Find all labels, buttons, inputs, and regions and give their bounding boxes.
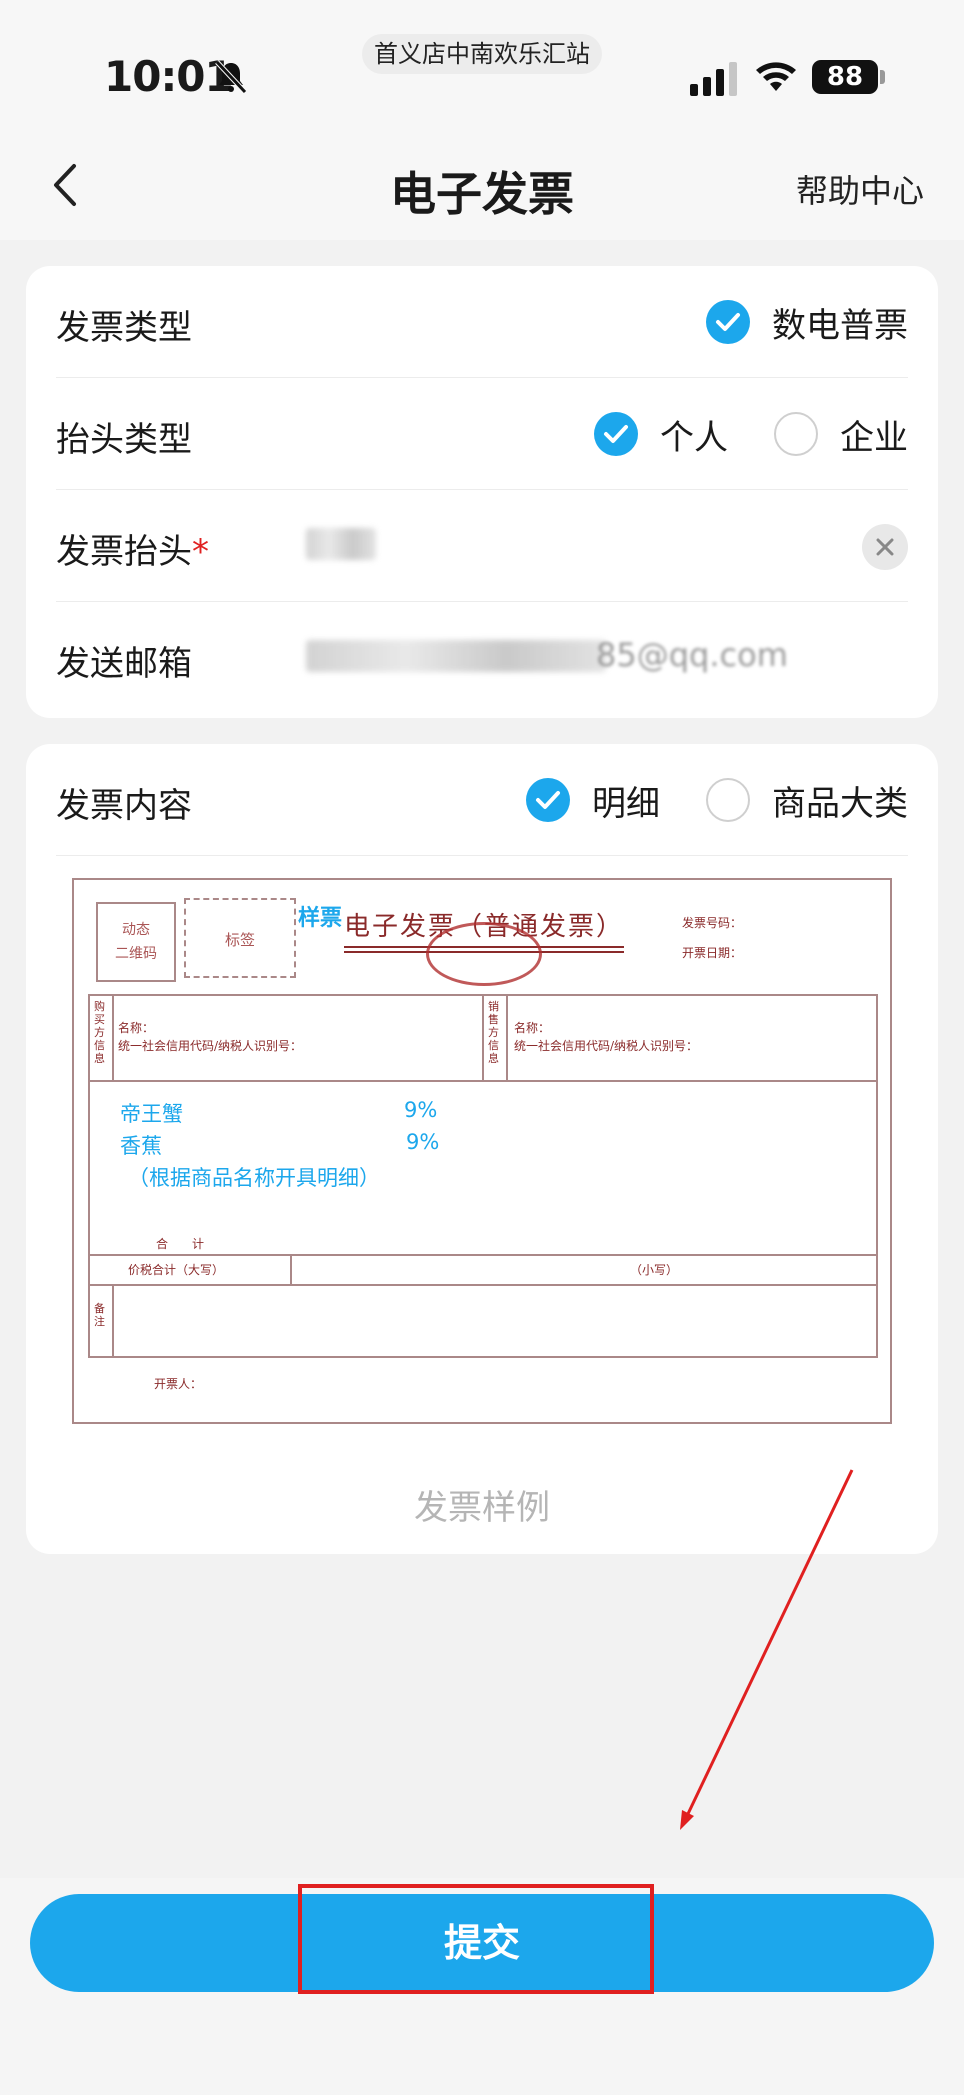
buyer-side-label: 购买方信息 (94, 1000, 105, 1065)
official-stamp (426, 922, 542, 986)
cellular-signal-icon (690, 62, 737, 96)
content-label: 发票内容 (56, 786, 192, 826)
sample-issue-date: 开票日期： (682, 946, 743, 960)
sample-invoice-number: 发票号码： (682, 916, 743, 930)
invoice-type-value: 数电普票 (772, 305, 908, 346)
header: 10:01 首义店中南欢乐汇站 88 电子发票 帮助中心 (0, 0, 964, 240)
content-category-label: 商品大类 (772, 783, 908, 824)
checked-radio-icon (706, 300, 750, 344)
unchecked-radio-icon (774, 412, 818, 456)
battery-tip (880, 70, 885, 84)
email-value-tail: 85@qq.com (596, 636, 788, 674)
buyer-taxid-label: 统一社会信用代码/纳税人识别号： (118, 1039, 303, 1053)
invoice-type-row: 发票类型 数电普票 (56, 266, 908, 378)
title-type-company[interactable]: 企业 (774, 410, 908, 459)
required-mark: * (192, 532, 209, 572)
table-divider (482, 994, 484, 1082)
table-divider (290, 1254, 292, 1286)
buyer-name-label: 名称： (118, 1021, 155, 1035)
email-value-redacted[interactable] (306, 640, 606, 672)
invoice-sample-image: 动态 二维码 标签 样票 电子发票（普通发票） 发票号码： 开票日期： 购买方信… (72, 878, 892, 1424)
table-divider (506, 994, 508, 1082)
title-type-label: 抬头类型 (56, 420, 192, 460)
table-divider (88, 1284, 878, 1286)
battery-indicator: 88 (812, 60, 878, 94)
seller-name-label: 名称： (514, 1021, 551, 1035)
total-label: 合 计 (156, 1237, 205, 1251)
content-detail-option[interactable]: 明细 (526, 776, 660, 825)
bell-muted-icon (215, 60, 247, 94)
title-type-personal-label: 个人 (660, 417, 728, 458)
invoice-title-row[interactable]: 发票抬头* (56, 490, 908, 602)
title-type-row: 抬头类型 个人 企业 (56, 378, 908, 490)
dynamic-island-text: 首义店中南欢乐汇站 (362, 34, 602, 74)
item-rate: 9% (404, 1098, 438, 1122)
invoice-type-label: 发票类型 (56, 308, 192, 348)
email-label: 发送邮箱 (56, 644, 192, 684)
content-detail-label: 明细 (592, 783, 660, 824)
sample-tag-box: 标签 (184, 898, 296, 978)
items-note: （根据商品名称开具明细） (128, 1166, 380, 1190)
help-center-link[interactable]: 帮助中心 (796, 166, 924, 212)
invoice-content-card: 发票内容 明细 商品大类 动态 二维码 标签 样票 电子发票（普通发票） 发票号… (26, 744, 938, 1554)
sample-watermark: 样票 (298, 906, 343, 931)
seller-taxid-label: 统一社会信用代码/纳税人识别号： (514, 1039, 699, 1053)
clear-input-button[interactable] (862, 524, 908, 570)
sample-caption: 发票样例 (414, 1488, 550, 1528)
invoice-title-label: 发票抬头* (56, 532, 209, 572)
title-type-personal[interactable]: 个人 (594, 410, 728, 459)
table-divider (112, 1284, 114, 1358)
invoice-info-card: 发票类型 数电普票 抬头类型 个人 企业 发票抬头* 发送邮箱 85@qq.co… (26, 266, 938, 718)
total-uppercase-label: 价税合计（大写） (128, 1263, 225, 1277)
annotation-highlight-box (298, 1884, 654, 1994)
seller-side-label: 销售方信息 (488, 1000, 499, 1065)
item-name: 帝王蟹 (120, 1102, 183, 1126)
content-category-option[interactable]: 商品大类 (706, 776, 908, 825)
title-type-company-label: 企业 (840, 417, 908, 458)
content-row: 发票内容 明细 商品大类 (56, 744, 908, 856)
invoice-type-option[interactable]: 数电普票 (706, 298, 908, 347)
total-lowercase-label: （小写） (630, 1263, 679, 1277)
email-row[interactable]: 发送邮箱 85@qq.com (56, 602, 908, 714)
invoice-title-value-redacted[interactable] (306, 528, 376, 560)
items-table (88, 1080, 878, 1358)
table-divider (88, 1254, 878, 1256)
table-divider (112, 994, 114, 1082)
checked-radio-icon (526, 778, 570, 822)
wifi-icon (756, 62, 796, 91)
item-name: 香蕉 (120, 1134, 162, 1158)
remark-label: 备注 (94, 1302, 105, 1328)
drawer-label: 开票人： (154, 1377, 203, 1391)
sample-qr-box: 动态 二维码 (96, 902, 176, 982)
checked-radio-icon (594, 412, 638, 456)
unchecked-radio-icon (706, 778, 750, 822)
close-icon (876, 538, 894, 556)
item-rate: 9% (406, 1130, 440, 1154)
